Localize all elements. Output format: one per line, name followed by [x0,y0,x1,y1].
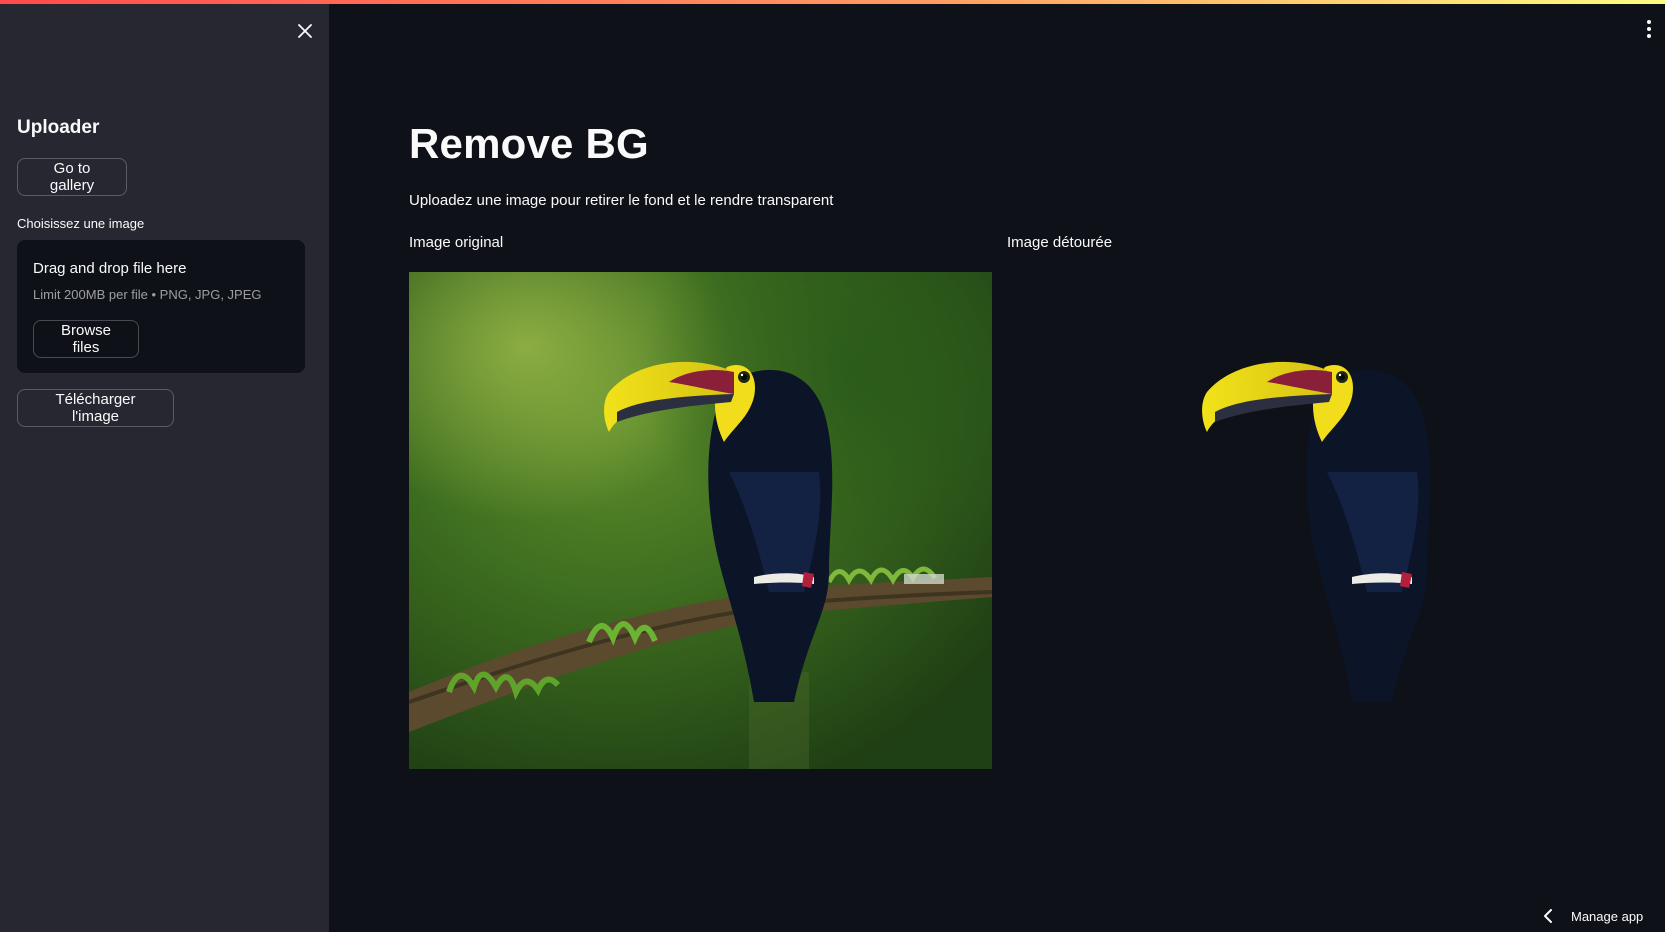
dropzone-hint: Limit 200MB per file • PNG, JPG, JPEG [33,287,262,302]
manage-app-button[interactable]: Manage app [1543,904,1643,928]
download-image-button[interactable]: Télécharger l'image [17,389,174,427]
manage-app-label: Manage app [1571,908,1644,924]
sidebar: Uploader Go to gallery Choisissez une im… [0,0,329,932]
main-menu-button[interactable] [1639,16,1659,42]
page-title: Remove BG [409,120,649,167]
cutout-image [1007,272,1590,769]
original-image [409,272,992,769]
kebab-menu-icon-dot [1647,27,1651,31]
page-subtitle: Uploadez une image pour retirer le fond … [409,192,834,209]
file-uploader-label: Choisissez une image [17,216,145,231]
file-dropzone[interactable]: Drag and drop file here Limit 200MB per … [17,240,305,373]
toucan-cutout [1202,361,1431,702]
cutout-image-label: Image détourée [1007,234,1113,251]
kebab-menu-icon-dot [1647,34,1651,38]
kebab-menu-icon [1647,20,1651,24]
app-root: Uploader Go to gallery Choisissez une im… [0,0,1665,932]
toucan-photo [409,272,992,769]
original-image-label: Image original [409,234,504,251]
main-content: Remove BG Uploadez une image pour retire… [329,0,1665,932]
sidebar-title: Uploader [17,117,100,138]
chevron-left-icon [1544,909,1552,923]
go-to-gallery-button[interactable]: Go to gallery [17,158,127,196]
close-sidebar-button[interactable] [292,18,318,44]
browse-files-button[interactable]: Browse files [33,320,139,358]
top-decoration-stripe [0,0,1665,4]
close-icon [298,24,312,38]
dropzone-title: Drag and drop file here [33,260,187,277]
